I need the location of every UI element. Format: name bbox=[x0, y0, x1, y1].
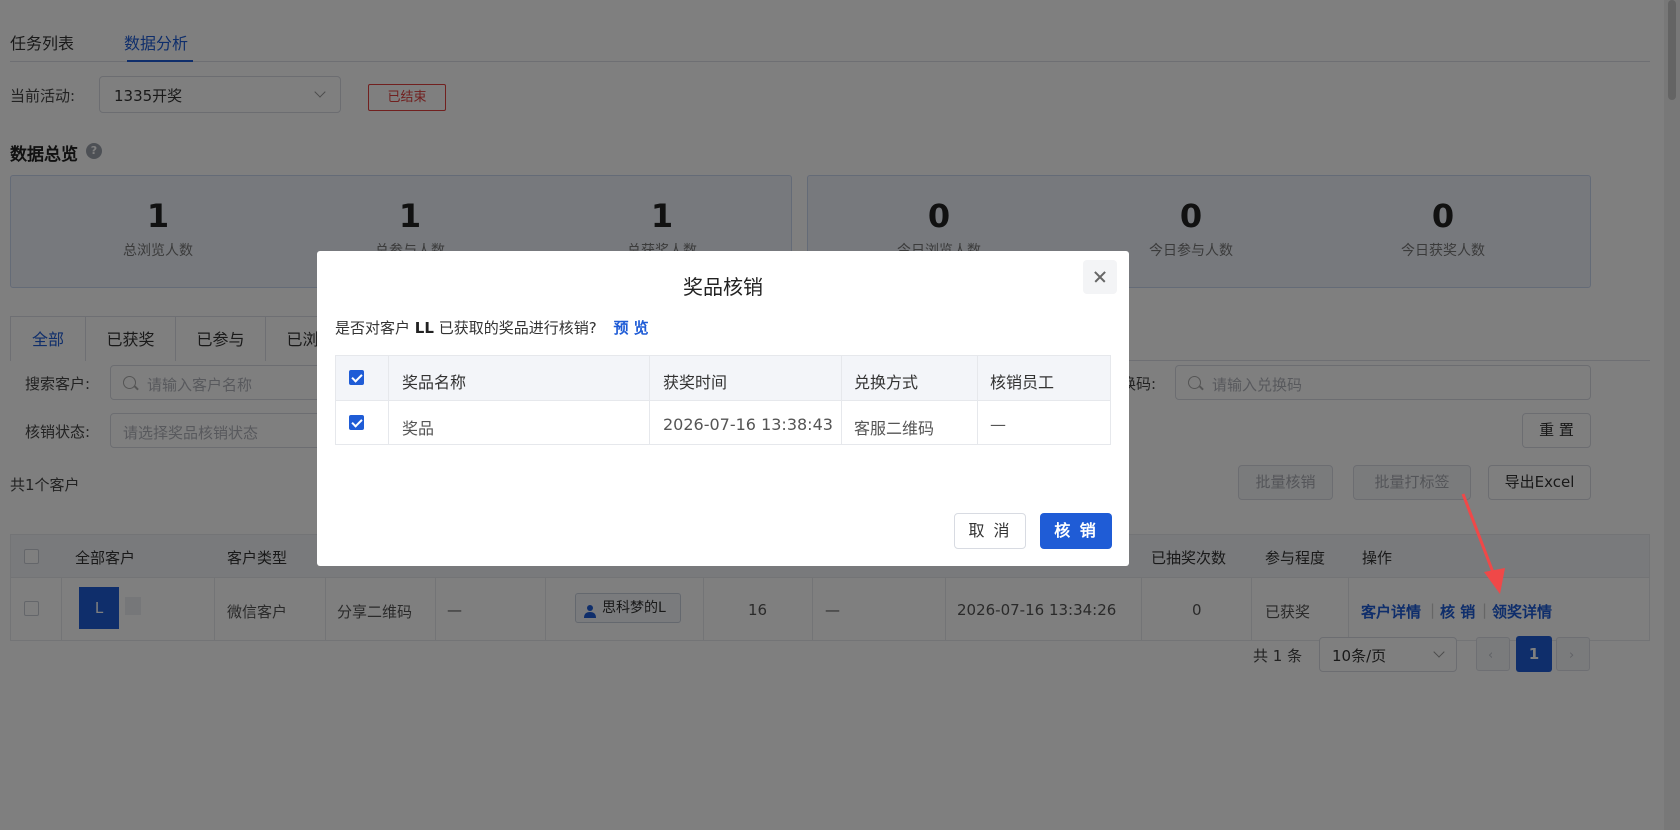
th-verify-staff: 核销员工 bbox=[990, 373, 1055, 392]
select-all-checkbox[interactable] bbox=[349, 370, 364, 385]
confirm-verify-button[interactable]: 核 销 bbox=[1040, 513, 1112, 549]
customer-name: LL bbox=[414, 319, 434, 337]
th-prize-name: 奖品名称 bbox=[402, 373, 467, 392]
arrow-annotation-icon bbox=[1461, 493, 1505, 594]
preview-link[interactable]: 预 览 bbox=[613, 319, 648, 337]
dialog-title: 奖品核销 bbox=[683, 275, 763, 299]
prize-verify-dialog: 奖品核销 是否对客户 LL 已获取的奖品进行核销? 预 览 奖品名称 获奖时间 … bbox=[317, 251, 1129, 566]
page: 任务列表 数据分析 当前活动: 1335开奖 已结束 数据总览 ? 1 总浏览人… bbox=[0, 0, 1680, 830]
cancel-button[interactable]: 取 消 bbox=[954, 513, 1026, 549]
prize-table: 奖品名称 获奖时间 兑换方式 核销员工 奖品 2026-07-16 13:38:… bbox=[335, 355, 1111, 445]
th-redeem-method: 兑换方式 bbox=[854, 373, 919, 392]
dialog-question: 是否对客户 LL 已获取的奖品进行核销? 预 览 bbox=[335, 317, 649, 338]
redeem-method: 客服二维码 bbox=[854, 419, 935, 438]
prize-table-header: 奖品名称 获奖时间 兑换方式 核销员工 bbox=[336, 356, 1110, 401]
win-time: 2026-07-16 13:38:43 bbox=[663, 415, 833, 434]
question-prefix: 是否对客户 bbox=[335, 319, 411, 337]
question-suffix: 已获取的奖品进行核销? bbox=[438, 319, 597, 337]
prize-name: 奖品 bbox=[402, 419, 435, 438]
close-icon[interactable] bbox=[1083, 260, 1117, 294]
verify-staff: — bbox=[990, 415, 1006, 434]
th-win-time: 获奖时间 bbox=[663, 373, 728, 392]
row-checkbox[interactable] bbox=[349, 415, 364, 430]
